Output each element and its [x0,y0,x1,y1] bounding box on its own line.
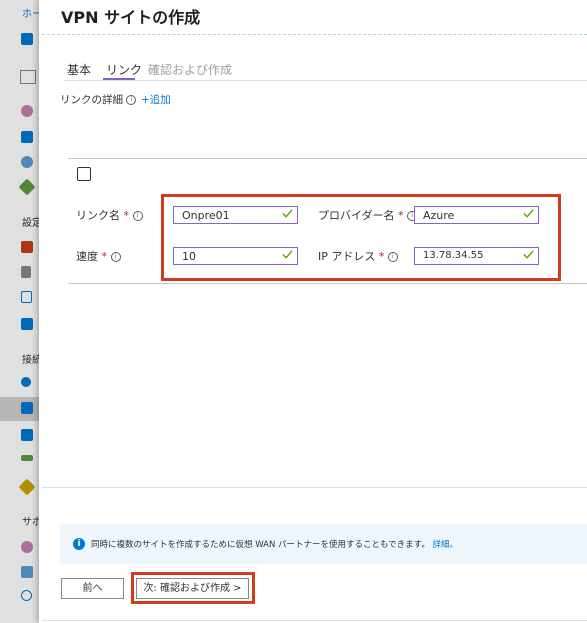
info-bar-message: 同時に複数のサイトを作成するために仮想 WAN パートナーを使用することもできま… [91,538,458,550]
nav-overlay [0,0,42,623]
learn-more-link[interactable]: 詳細。 [433,540,459,550]
info-bar-text: 同時に複数のサイトを作成するために仮想 WAN パートナーを使用することもできま… [91,540,430,550]
tab-links[interactable]: リンク [106,61,142,78]
page-title: VPN サイトの作成 [61,8,201,27]
previous-button[interactable]: 前へ [61,578,124,599]
title-divider [42,34,587,35]
footer-divider [42,487,587,488]
tab-divider [64,80,587,81]
info-circle-icon: i [73,538,85,550]
speed-label: 速度 * i [76,248,121,264]
tab-review-create[interactable]: 確認および作成 [148,61,232,78]
info-icon[interactable]: i [110,252,121,262]
grid-top-border [68,158,587,159]
add-link-button[interactable]: +追加 [141,92,171,107]
link-name-label: リンク名 * i [76,207,143,223]
bottom-edge [42,620,587,621]
link-details-label: リンクの詳細 [60,94,123,106]
select-row-checkbox[interactable] [77,167,91,181]
link-details-heading: リンクの詳細 i [60,92,137,107]
info-icon[interactable]: i [132,211,143,221]
fields-highlight-box [161,194,561,281]
tab-basics[interactable]: 基本 [67,61,91,78]
grid-bottom-border [68,283,587,284]
info-icon[interactable]: i [126,95,137,105]
next-button-highlight-box [131,572,255,604]
